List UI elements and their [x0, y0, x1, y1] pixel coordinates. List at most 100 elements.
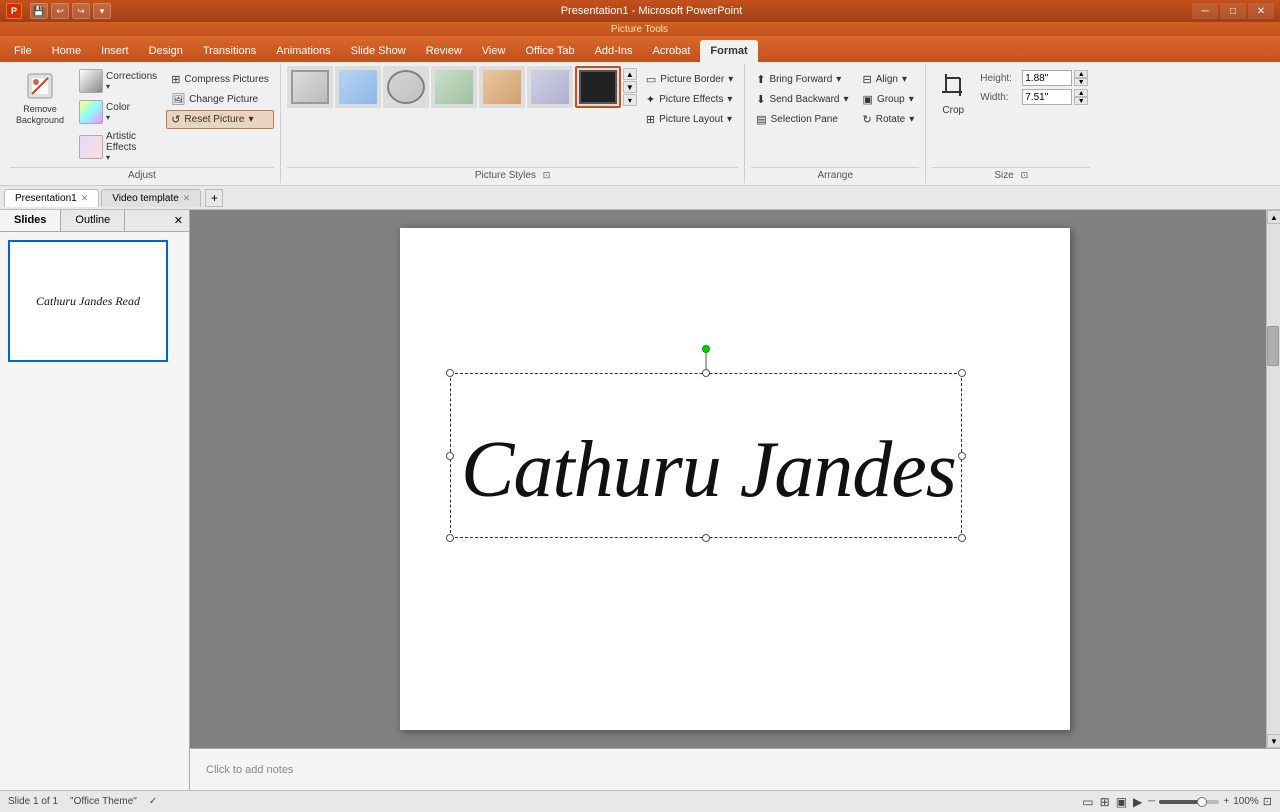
close-panel-btn[interactable]: ✕: [168, 210, 189, 231]
handle-bottom-center[interactable]: [702, 534, 710, 542]
scroll-track[interactable]: [1267, 224, 1280, 734]
ps-style-7[interactable]: [575, 66, 621, 108]
outline-tab[interactable]: Outline: [61, 210, 125, 231]
size-dialog-btn[interactable]: ⊡: [1021, 170, 1029, 180]
customize-quick-btn[interactable]: ▾: [93, 3, 111, 19]
tab-format[interactable]: Format: [700, 40, 757, 62]
layout-arrow: ▾: [727, 114, 732, 125]
corrections-btn[interactable]: Corrections ▾: [74, 66, 162, 96]
rotate-btn[interactable]: ↻ Rotate ▾: [858, 110, 920, 129]
ps-style-5[interactable]: [479, 66, 525, 108]
tab-insert[interactable]: Insert: [91, 40, 139, 62]
ps-style-6[interactable]: [527, 66, 573, 108]
ps-style-4[interactable]: [431, 66, 477, 108]
selected-image-wrapper[interactable]: Cathuru Jandes Read: [450, 373, 962, 538]
artistic-effects-btn[interactable]: ArtisticEffects ▾: [74, 128, 162, 165]
crop-btn[interactable]: Crop: [932, 66, 974, 120]
handle-top-center[interactable]: [702, 369, 710, 377]
align-label: Align: [876, 74, 898, 85]
height-input[interactable]: [1022, 70, 1072, 86]
zoom-out-btn[interactable]: ─: [1148, 796, 1155, 807]
tab-transitions[interactable]: Transitions: [193, 40, 266, 62]
color-btn[interactable]: Color ▾: [74, 97, 162, 127]
new-tab-btn[interactable]: +: [205, 189, 223, 207]
height-down[interactable]: ▼: [1074, 78, 1088, 86]
minimize-btn[interactable]: ─: [1192, 3, 1218, 19]
selection-pane-btn[interactable]: ▤ Selection Pane: [751, 110, 853, 129]
handle-top-left[interactable]: [446, 369, 454, 377]
scroll-down-btn[interactable]: ▼: [1267, 734, 1280, 748]
handle-top-right[interactable]: [958, 369, 966, 377]
remove-background-btn[interactable]: RemoveBackground: [10, 66, 70, 130]
tab-animations[interactable]: Animations: [266, 40, 340, 62]
view-slideshow-btn[interactable]: ▶: [1133, 795, 1142, 809]
save-quick-btn[interactable]: 💾: [30, 3, 48, 19]
slide-info: Slide 1 of 1: [8, 796, 58, 807]
picture-border-label: Picture Border: [660, 74, 724, 85]
title-bar: P 💾 ↩ ↪ ▾ Presentation1 - Microsoft Powe…: [0, 0, 1280, 22]
doc-tab-presentation1[interactable]: Presentation1 ✕: [4, 189, 99, 207]
zoom-in-btn[interactable]: +: [1223, 796, 1229, 807]
ps-dialog-btn[interactable]: ⊡: [543, 170, 551, 180]
redo-quick-btn[interactable]: ↪: [72, 3, 90, 19]
height-up[interactable]: ▲: [1074, 70, 1088, 78]
ps-scroll-up[interactable]: ▲: [623, 68, 637, 80]
tab-officetab[interactable]: Office Tab: [515, 40, 584, 62]
tab-design[interactable]: Design: [139, 40, 193, 62]
main-content: Slides Outline ✕ 1 Cathuru Jandes Read: [0, 210, 1280, 790]
send-backward-btn[interactable]: ⬇ Send Backward ▾: [751, 90, 853, 109]
group-btn[interactable]: ▣ Group ▾: [858, 90, 920, 109]
spell-check-icon[interactable]: ✓: [149, 796, 157, 807]
scroll-up-btn[interactable]: ▲: [1267, 210, 1280, 224]
size-label: Size ⊡: [932, 167, 1090, 181]
reset-picture-btn[interactable]: ↺ Reset Picture ▾: [166, 110, 274, 129]
tab-acrobat[interactable]: Acrobat: [642, 40, 700, 62]
undo-quick-btn[interactable]: ↩: [51, 3, 69, 19]
width-input[interactable]: [1022, 89, 1072, 105]
view-slide-sorter-btn[interactable]: ⊞: [1100, 795, 1110, 809]
color-arrow: ▾: [106, 113, 130, 122]
handle-bottom-right[interactable]: [958, 534, 966, 542]
tab-home[interactable]: Home: [42, 40, 91, 62]
width-up[interactable]: ▲: [1074, 89, 1088, 97]
compress-pictures-btn[interactable]: ⊞ Compress Pictures: [166, 70, 274, 89]
doc-tab-video-template[interactable]: Video template ✕: [101, 189, 201, 207]
scroll-thumb[interactable]: [1267, 326, 1279, 366]
tab-review[interactable]: Review: [416, 40, 472, 62]
doc-tab-video-template-close[interactable]: ✕: [183, 193, 191, 204]
rotate-handle[interactable]: [702, 345, 710, 353]
fit-btn[interactable]: ⊡: [1263, 795, 1272, 808]
ps-scroll-down[interactable]: ▼: [623, 81, 637, 93]
tab-slideshow[interactable]: Slide Show: [341, 40, 416, 62]
zoom-handle[interactable]: [1197, 797, 1207, 807]
layout-icon: ⊞: [646, 113, 655, 126]
slide-canvas[interactable]: Cathuru Jandes Read: [400, 228, 1070, 730]
tab-addins[interactable]: Add-Ins: [585, 40, 643, 62]
handle-middle-left[interactable]: [446, 452, 454, 460]
slide-thumbnail-1[interactable]: Cathuru Jandes Read: [8, 240, 168, 362]
width-down[interactable]: ▼: [1074, 97, 1088, 105]
picture-layout-btn[interactable]: ⊞ Picture Layout ▾: [641, 110, 738, 129]
ps-style-2[interactable]: [335, 66, 381, 108]
close-btn[interactable]: ✕: [1248, 3, 1274, 19]
view-reading-btn[interactable]: ▣: [1116, 795, 1127, 809]
ps-expand[interactable]: ▾: [623, 94, 637, 106]
align-btn[interactable]: ⊟ Align ▾: [858, 70, 920, 89]
doc-tab-presentation1-close[interactable]: ✕: [81, 193, 89, 204]
zoom-slider[interactable]: [1159, 800, 1219, 804]
handle-middle-right[interactable]: [958, 452, 966, 460]
slides-tab[interactable]: Slides: [0, 210, 61, 231]
tab-view[interactable]: View: [472, 40, 516, 62]
handle-bottom-left[interactable]: [446, 534, 454, 542]
tab-file[interactable]: File: [4, 40, 42, 62]
ps-style-1[interactable]: [287, 66, 333, 108]
change-picture-btn[interactable]: 🖼 Change Picture: [166, 90, 274, 109]
height-row: Height: ▲ ▼: [980, 70, 1088, 86]
ps-style-3[interactable]: [383, 66, 429, 108]
view-normal-btn[interactable]: ▭: [1082, 795, 1093, 809]
bring-forward-btn[interactable]: ⬆ Bring Forward ▾: [751, 70, 853, 89]
picture-border-btn[interactable]: ▭ Picture Border ▾: [641, 70, 738, 89]
maximize-btn[interactable]: □: [1220, 3, 1246, 19]
notes-area[interactable]: Click to add notes: [190, 748, 1280, 790]
picture-effects-btn[interactable]: ✦ Picture Effects ▾: [641, 90, 738, 109]
